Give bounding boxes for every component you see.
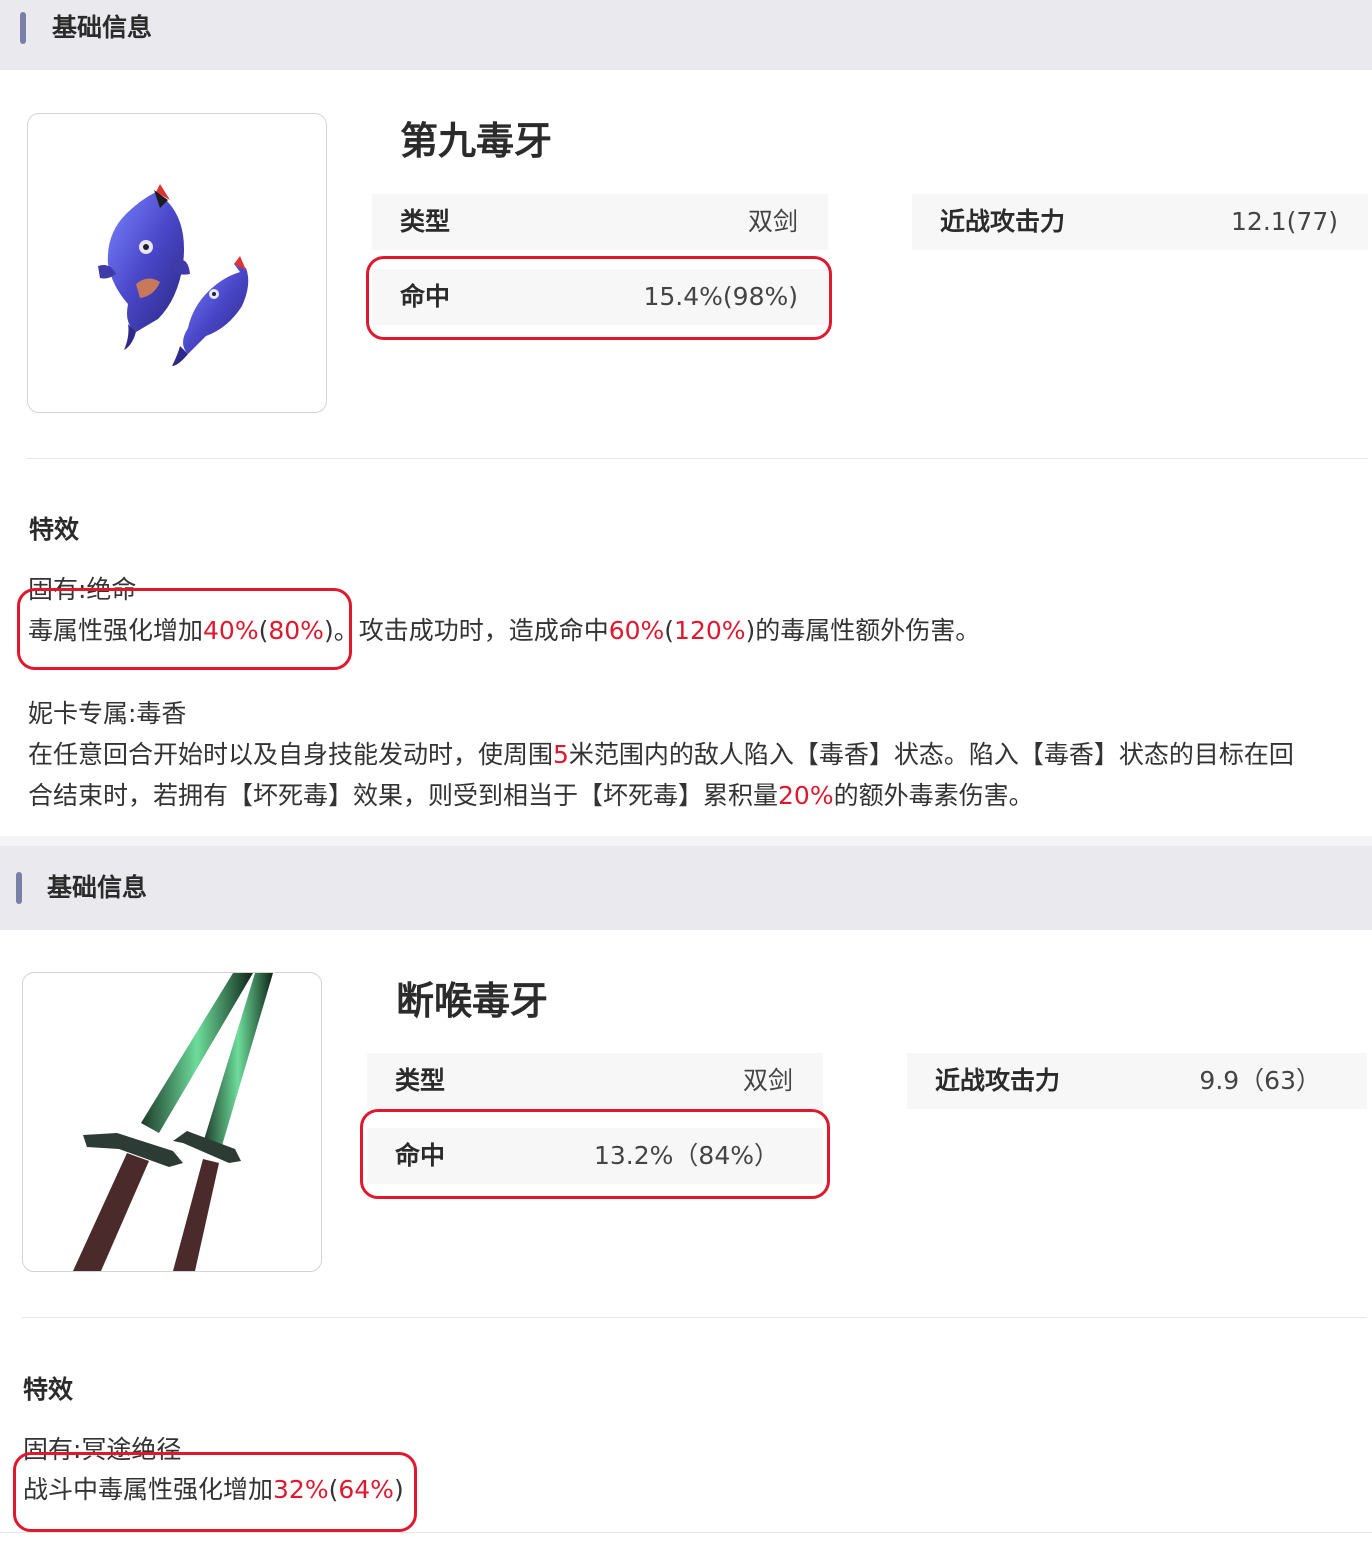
- effects-title: 特效: [29, 515, 80, 544]
- weapon-name: 第九毒牙: [400, 119, 553, 163]
- stat-attack-value: 9.9（63）: [1199, 1066, 1321, 1095]
- twin-daggers-icon: [73, 973, 273, 1271]
- section-accent-bar: [20, 12, 26, 44]
- weapon-image: [22, 972, 322, 1272]
- stat-type-value: 双剑: [742, 1066, 793, 1095]
- divider: [27, 458, 1367, 459]
- stat-type-value: 双剑: [747, 207, 798, 236]
- stat-attack-label: 近战攻击力: [940, 207, 1066, 236]
- twin-fish-blades-icon: [98, 184, 249, 366]
- highlight-ring-hit: [366, 256, 832, 340]
- divider: [22, 1317, 1366, 1318]
- stat-type-label: 类型: [400, 207, 451, 236]
- stat-type: 类型 双剑: [367, 1053, 823, 1109]
- stat-attack-value: 12.1(77): [1231, 207, 1338, 236]
- stat-type: 类型 双剑: [372, 194, 828, 250]
- section-separator: [0, 836, 1372, 846]
- section-title: 基础信息: [52, 13, 153, 42]
- weapon-image: [27, 113, 327, 413]
- section-header: 基础信息: [0, 846, 1372, 930]
- stat-attack: 近战攻击力 12.1(77): [912, 194, 1368, 250]
- stat-attack: 近战攻击力 9.9（63）: [907, 1053, 1367, 1109]
- divider: [0, 1532, 1372, 1533]
- exclusive-description-line-1: 在任意回合开始时以及自身技能发动时，使周围5米范围内的敌人陷入【毒香】状态。陷入…: [28, 740, 1294, 769]
- highlight-ring-hit: [360, 1109, 830, 1199]
- section-title: 基础信息: [47, 873, 148, 902]
- section-accent-bar: [16, 872, 22, 904]
- exclusive-title: 妮卡专属:毒香: [28, 699, 187, 728]
- highlight-ring-inherent: [13, 1452, 417, 1532]
- highlight-ring-inherent: [17, 588, 352, 670]
- weapon-name: 断喉毒牙: [396, 979, 549, 1023]
- stat-type-label: 类型: [395, 1066, 446, 1095]
- exclusive-description-line-2: 合结束时，若拥有【坏死毒】效果，则受到相当于【坏死毒】累积量20%的额外毒素伤害…: [28, 781, 1034, 810]
- stat-attack-label: 近战攻击力: [935, 1066, 1061, 1095]
- section-header: 基础信息: [0, 0, 1372, 70]
- effects-title: 特效: [23, 1375, 74, 1404]
